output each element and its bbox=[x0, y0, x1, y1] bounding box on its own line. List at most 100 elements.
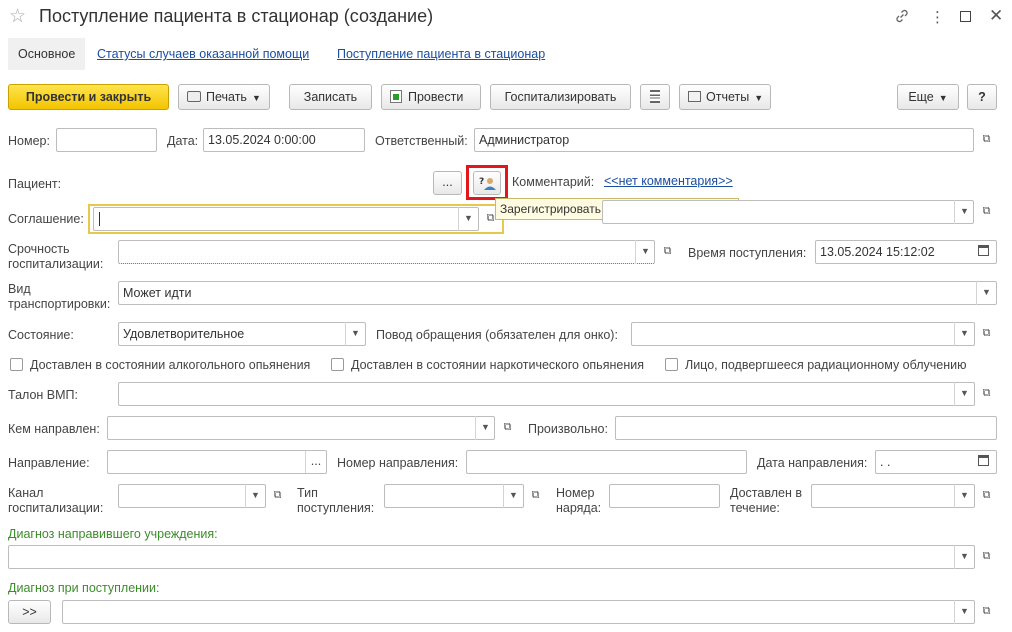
referred-by-label: Кем направлен: bbox=[8, 422, 100, 436]
state-input[interactable]: Удовлетворительное bbox=[118, 322, 366, 346]
responsible-label: Ответственный: bbox=[375, 134, 468, 148]
open-icon[interactable]: ⧉ bbox=[977, 601, 996, 623]
vmp-input[interactable] bbox=[118, 382, 975, 406]
referred-by-input[interactable] bbox=[107, 416, 495, 440]
alcohol-label: Доставлен в состоянии алкогольного опьян… bbox=[30, 358, 311, 372]
chevron-down-icon[interactable]: ▼ bbox=[954, 322, 974, 346]
calendar-icon[interactable] bbox=[978, 455, 989, 466]
reason-label: Повод обращения (обязателен для онко): bbox=[376, 328, 618, 342]
maximize-icon[interactable] bbox=[960, 11, 971, 22]
patient-label: Пациент: bbox=[8, 177, 62, 191]
admission-type-label: Тип поступления: bbox=[297, 486, 375, 515]
narcotic-label: Доставлен в состоянии наркотического опь… bbox=[351, 358, 644, 372]
chevron-down-icon[interactable]: ▼ bbox=[954, 484, 974, 508]
responsible-input[interactable]: Администратор bbox=[474, 128, 974, 152]
diag-referring-input[interactable] bbox=[8, 545, 975, 569]
order-number-input[interactable] bbox=[609, 484, 720, 508]
number-label: Номер: bbox=[8, 134, 50, 148]
list-button[interactable] bbox=[640, 84, 670, 110]
chevron-down-icon: ▼ bbox=[754, 93, 764, 103]
agreement-input[interactable] bbox=[93, 207, 479, 231]
post-document-icon bbox=[390, 90, 402, 103]
diag-admission-label: Диагноз при поступлении: bbox=[8, 581, 160, 595]
reports-button[interactable]: Отчеты ▼ bbox=[679, 84, 771, 110]
open-icon[interactable]: ⧉ bbox=[977, 201, 996, 223]
comment-link[interactable]: <<нет комментария>> bbox=[604, 174, 733, 188]
urgency-label: Срочность госпитализации: bbox=[8, 242, 104, 271]
star-icon[interactable]: ☆ bbox=[9, 5, 26, 28]
open-icon[interactable]: ⧉ bbox=[658, 241, 677, 263]
referral-number-label: Номер направления: bbox=[337, 456, 459, 470]
diag-referring-label: Диагноз направившего учреждения: bbox=[8, 527, 218, 541]
chevron-down-icon[interactable]: ▼ bbox=[345, 322, 365, 346]
printer-icon bbox=[187, 91, 201, 102]
tab-admission[interactable]: Поступление пациента в стационар bbox=[337, 47, 545, 61]
open-icon[interactable]: ⧉ bbox=[498, 417, 517, 439]
vmp-label: Талон ВМП: bbox=[8, 388, 78, 402]
chevron-down-icon[interactable]: ▼ bbox=[458, 207, 478, 231]
urgency-input[interactable] bbox=[118, 240, 655, 264]
referral-choose-button[interactable]: ... bbox=[305, 451, 326, 473]
date-label: Дата: bbox=[167, 134, 199, 148]
list-icon bbox=[650, 90, 660, 103]
arrival-time-label: Время поступления: bbox=[688, 246, 807, 260]
chevron-down-icon[interactable]: ▼ bbox=[954, 200, 974, 224]
more-button[interactable]: Еще ▼ bbox=[897, 84, 959, 110]
chevron-down-icon[interactable]: ▼ bbox=[503, 484, 523, 508]
save-button[interactable]: Записать bbox=[289, 84, 372, 110]
state-label: Состояние: bbox=[8, 328, 74, 342]
open-icon[interactable]: ⧉ bbox=[977, 129, 996, 151]
chevron-down-icon[interactable]: ▼ bbox=[635, 240, 655, 264]
tab-statuses[interactable]: Статусы случаев оказанной помощи bbox=[97, 47, 309, 61]
post-button[interactable]: Провести bbox=[381, 84, 481, 110]
transport-input[interactable]: Может идти bbox=[118, 281, 997, 305]
reports-icon bbox=[688, 91, 701, 102]
delivered-within-label: Доставлен в течение: bbox=[730, 486, 802, 515]
chevron-down-icon[interactable]: ▼ bbox=[245, 484, 265, 508]
calendar-icon[interactable] bbox=[978, 245, 989, 256]
highlight-box bbox=[466, 165, 508, 200]
radiation-checkbox[interactable] bbox=[665, 358, 678, 371]
reason-input[interactable] bbox=[631, 322, 975, 346]
arbitrary-input[interactable] bbox=[615, 416, 997, 440]
chevron-down-icon[interactable]: ▼ bbox=[954, 545, 974, 569]
chevron-down-icon: ▼ bbox=[938, 93, 948, 103]
agreement-right-input[interactable] bbox=[602, 200, 974, 224]
page-title: Поступление пациента в стационар (создан… bbox=[39, 6, 434, 26]
order-number-label: Номер наряда: bbox=[556, 486, 602, 515]
link-icon[interactable] bbox=[894, 8, 910, 28]
tab-main[interactable]: Основное bbox=[8, 38, 86, 70]
number-input[interactable] bbox=[56, 128, 157, 152]
print-button[interactable]: Печать ▼ bbox=[178, 84, 270, 110]
patient-choose-button[interactable]: ... bbox=[433, 171, 462, 195]
close-icon[interactable]: ✕ bbox=[989, 6, 1003, 26]
help-button[interactable]: ? bbox=[967, 84, 997, 110]
comment-label: Комментарий: bbox=[512, 175, 595, 189]
chevron-down-icon[interactable]: ▼ bbox=[954, 600, 974, 624]
post-and-close-button[interactable]: Провести и закрыть bbox=[8, 84, 169, 110]
chevron-down-icon[interactable]: ▼ bbox=[976, 281, 996, 305]
narcotic-checkbox[interactable] bbox=[331, 358, 344, 371]
referral-input[interactable] bbox=[107, 450, 327, 474]
chevron-down-icon[interactable]: ▼ bbox=[954, 382, 974, 406]
transport-label: Вид транспортировки: bbox=[8, 282, 111, 311]
date-input[interactable]: 13.05.2024 0:00:00 bbox=[203, 128, 365, 152]
channel-label: Канал госпитализации: bbox=[8, 486, 104, 515]
open-icon[interactable]: ⧉ bbox=[977, 383, 996, 405]
more-vert-icon[interactable]: ⋮ bbox=[930, 8, 945, 26]
expand-diag-button[interactable]: >> bbox=[8, 600, 51, 624]
open-icon[interactable]: ⧉ bbox=[977, 323, 996, 345]
delivered-within-input[interactable] bbox=[811, 484, 975, 508]
diag-admission-input[interactable] bbox=[62, 600, 975, 624]
channel-input[interactable] bbox=[118, 484, 266, 508]
arrival-time-input[interactable]: 13.05.2024 15:12:02 bbox=[815, 240, 997, 264]
open-icon[interactable]: ⧉ bbox=[526, 485, 545, 507]
referral-number-input[interactable] bbox=[466, 450, 747, 474]
alcohol-checkbox[interactable] bbox=[10, 358, 23, 371]
chevron-down-icon[interactable]: ▼ bbox=[475, 416, 495, 440]
hospitalize-button[interactable]: Госпитализировать bbox=[490, 84, 631, 110]
open-icon[interactable]: ⧉ bbox=[977, 546, 996, 568]
referral-date-label: Дата направления: bbox=[757, 456, 868, 470]
open-icon[interactable]: ⧉ bbox=[977, 485, 996, 507]
open-icon[interactable]: ⧉ bbox=[268, 485, 287, 507]
